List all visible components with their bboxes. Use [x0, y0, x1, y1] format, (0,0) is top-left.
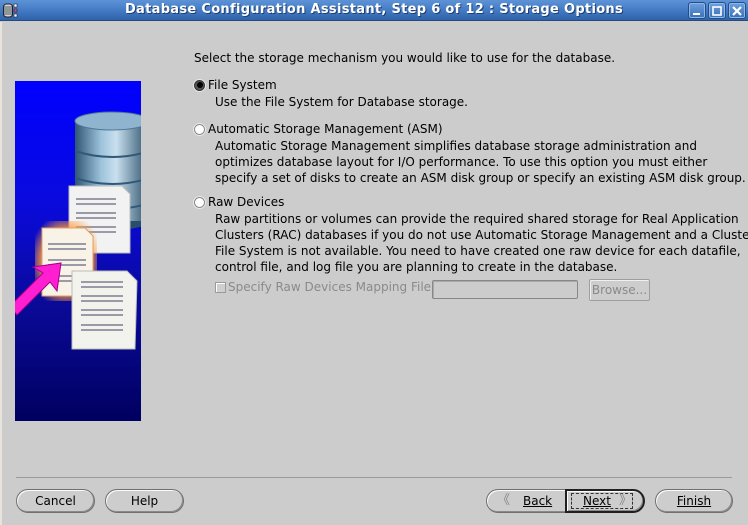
- radio-asm[interactable]: Automatic Storage Management (ASM): [194, 122, 443, 136]
- window-title: Database Configuration Assistant, Step 6…: [124, 2, 624, 17]
- close-icon: [732, 6, 742, 16]
- radio-button[interactable]: [194, 196, 205, 208]
- radio-label[interactable]: File System: [208, 78, 277, 92]
- illustration-graphic: [15, 111, 141, 350]
- cancel-button[interactable]: Cancel: [16, 489, 95, 513]
- finish-button[interactable]: Finish: [655, 489, 733, 513]
- description-line: Automatic Storage Management simplifies …: [215, 139, 697, 153]
- radio-button[interactable]: [194, 123, 205, 135]
- help-button[interactable]: Help: [105, 489, 184, 513]
- raw-mapping-checkbox[interactable]: Specify Raw Devices Mapping File: [215, 280, 431, 294]
- back-label: Back: [523, 494, 553, 508]
- finish-label: Finish: [676, 494, 712, 508]
- radio-label[interactable]: Automatic Storage Management (ASM): [208, 122, 443, 136]
- mapping-file-field[interactable]: [432, 280, 578, 299]
- radio-raw-devices[interactable]: Raw Devices: [194, 195, 284, 209]
- description-line: control file, and log file you are plann…: [215, 260, 618, 274]
- chevron-right-icon: 》: [619, 493, 633, 508]
- chevron-left-icon: 《: [497, 493, 511, 508]
- window-edge: [0, 22, 2, 525]
- title-bar[interactable]: Database Configuration Assistant, Step 6…: [0, 0, 748, 21]
- maximize-icon: [712, 6, 722, 16]
- instruction-text: Select the storage mechanism you would l…: [194, 51, 616, 65]
- description-line: File System is not available. You need t…: [215, 244, 741, 258]
- option-description: Use the File System for Database storage…: [215, 94, 468, 110]
- maximize-button[interactable]: [708, 2, 726, 19]
- browse-button[interactable]: Browse...: [589, 279, 650, 301]
- radio-button-checked[interactable]: [194, 79, 205, 91]
- database-and-files-illustration: [15, 81, 141, 421]
- close-button[interactable]: [728, 2, 746, 19]
- option-description: Automatic Storage Management simplifies …: [215, 138, 746, 186]
- next-label: Next: [583, 494, 611, 508]
- radio-file-system[interactable]: File System: [194, 78, 277, 92]
- minimize-button[interactable]: [688, 2, 706, 19]
- document-icon: [71, 270, 138, 350]
- description-line: Clusters (RAC) databases if you do not u…: [215, 228, 748, 242]
- next-button[interactable]: Next 》: [565, 489, 645, 513]
- description-line: Use the File System for Database storage…: [215, 95, 468, 109]
- footer-separator: [16, 477, 732, 478]
- checkbox[interactable]: [215, 281, 226, 293]
- description-line: specify a set of disks to create an ASM …: [215, 171, 746, 185]
- checkbox-label[interactable]: Specify Raw Devices Mapping File: [228, 280, 431, 294]
- description-line: optimizes database layout for I/O perfor…: [215, 155, 708, 169]
- back-button[interactable]: 《 Back: [486, 489, 567, 513]
- option-description: Raw partitions or volumes can provide th…: [215, 211, 748, 275]
- minimize-icon: [693, 13, 700, 15]
- description-line: Raw partitions or volumes can provide th…: [215, 212, 739, 226]
- radio-label[interactable]: Raw Devices: [208, 195, 284, 209]
